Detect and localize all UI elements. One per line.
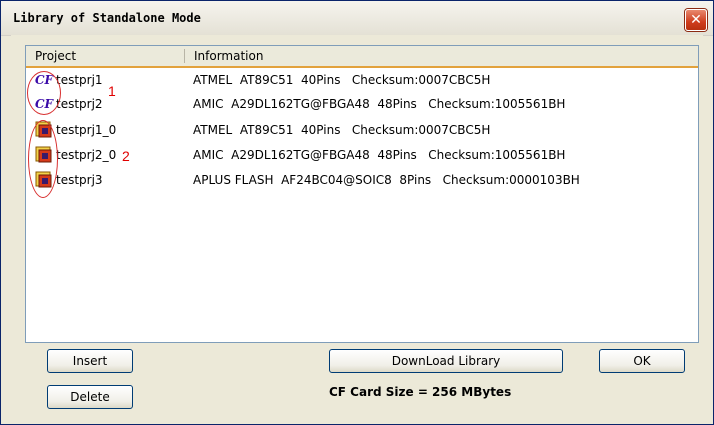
list-item[interactable]: testprj1_0 ATMEL AT89C51 40Pins Checksum… bbox=[26, 118, 698, 142]
column-header-project[interactable]: Project bbox=[35, 46, 76, 66]
column-divider[interactable] bbox=[184, 49, 185, 63]
project-name: testprj2 bbox=[56, 97, 103, 111]
dialog-window: Library of Standalone Mode ✕ Project Inf… bbox=[0, 0, 714, 425]
insert-button[interactable]: Insert bbox=[47, 349, 133, 373]
annotation-ellipse-chip bbox=[28, 120, 58, 198]
dialog-body: Project Information CF testprj1 ATMEL AT… bbox=[11, 35, 703, 417]
list-item[interactable]: CF testprj2 AMIC A29DL162TG@FBGA48 48Pin… bbox=[26, 92, 698, 116]
project-name: testprj2_0 bbox=[56, 148, 117, 162]
close-button[interactable]: ✕ bbox=[685, 9, 707, 31]
library-list[interactable]: Project Information CF testprj1 ATMEL AT… bbox=[25, 45, 699, 343]
cf-card-size-label: CF Card Size = 256 MBytes bbox=[329, 385, 512, 399]
annotation-number-2: 2 bbox=[122, 148, 130, 164]
close-icon: ✕ bbox=[690, 12, 702, 28]
project-name: testprj1_0 bbox=[56, 123, 117, 137]
project-info: AMIC A29DL162TG@FBGA48 48Pins Checksum:1… bbox=[193, 97, 566, 111]
delete-button[interactable]: Delete bbox=[47, 385, 133, 409]
column-header-information[interactable]: Information bbox=[194, 46, 263, 66]
project-info: AMIC A29DL162TG@FBGA48 48Pins Checksum:1… bbox=[193, 148, 566, 162]
ok-button[interactable]: OK bbox=[599, 349, 685, 373]
project-info: APLUS FLASH AF24BC04@SOIC8 8Pins Checksu… bbox=[193, 173, 580, 187]
project-name: testprj1 bbox=[56, 73, 103, 87]
annotation-number-1: 1 bbox=[108, 83, 116, 99]
annotation-ellipse-cf bbox=[27, 71, 61, 115]
list-item[interactable]: testprj3 APLUS FLASH AF24BC04@SOIC8 8Pin… bbox=[26, 168, 698, 192]
window-title: Library of Standalone Mode bbox=[13, 11, 201, 25]
title-bar[interactable]: Library of Standalone Mode ✕ bbox=[1, 1, 713, 36]
project-info: ATMEL AT89C51 40Pins Checksum:0007CBC5H bbox=[193, 123, 491, 137]
project-name: testprj3 bbox=[56, 173, 103, 187]
download-library-button[interactable]: DownLoad Library bbox=[329, 349, 563, 373]
list-item[interactable]: CF testprj1 ATMEL AT89C51 40Pins Checksu… bbox=[26, 68, 698, 92]
list-header: Project Information bbox=[26, 46, 698, 68]
project-info: ATMEL AT89C51 40Pins Checksum:0007CBC5H bbox=[193, 73, 491, 87]
